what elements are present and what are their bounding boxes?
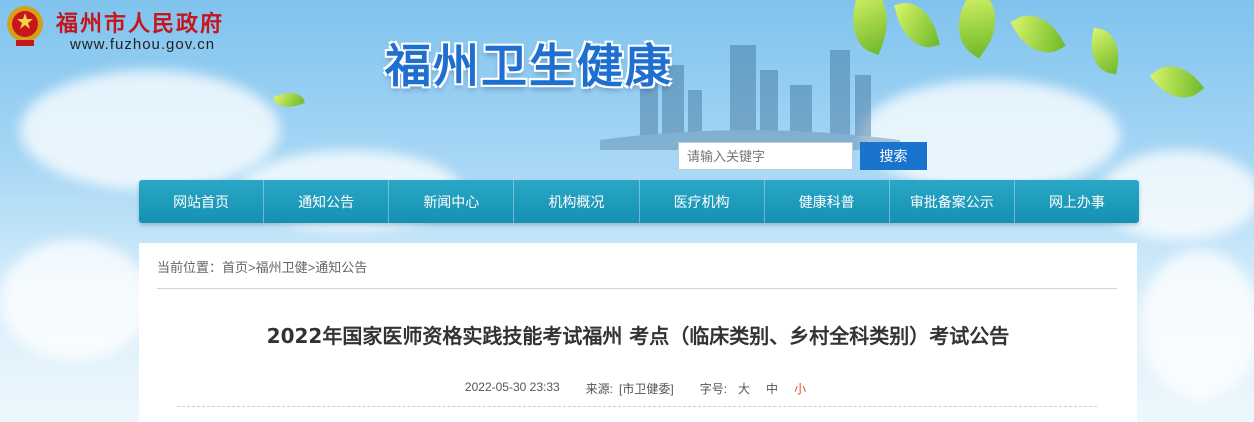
brand-title: 福州卫生健康 bbox=[385, 39, 673, 93]
article-title: 2022年国家医师资格实践技能考试福州 考点（临床类别、乡村全科类别）考试公告 bbox=[266, 324, 1010, 348]
main-nav: 网站首页 通知公告 新闻中心 机构概况 医疗机构 健康科普 审批备案公示 网上办… bbox=[139, 180, 1139, 223]
national-emblem-icon bbox=[7, 6, 43, 46]
breadcrumb-separator: > bbox=[248, 260, 256, 275]
article-meta: 2022-05-30 23:33 来源: [市卫健委] 字号: 大 中 小 bbox=[139, 380, 1137, 397]
nav-item-online-services[interactable]: 网上办事 bbox=[1015, 180, 1139, 223]
nav-item-about[interactable]: 机构概况 bbox=[514, 180, 640, 223]
search-button[interactable]: 搜索 bbox=[860, 142, 927, 170]
breadcrumb-current[interactable]: 通知公告 bbox=[315, 260, 367, 275]
breadcrumb-section[interactable]: 福州卫健 bbox=[256, 260, 308, 275]
nav-item-news[interactable]: 新闻中心 bbox=[389, 180, 515, 223]
leaf-decoration bbox=[1010, 4, 1066, 64]
cloud-decoration bbox=[1140, 250, 1254, 400]
font-size-medium-button[interactable]: 中 bbox=[761, 380, 783, 397]
nav-item-medical-institutions[interactable]: 医疗机构 bbox=[640, 180, 765, 223]
leaf-decoration bbox=[894, 0, 940, 54]
font-size-label: 字号: bbox=[699, 382, 728, 396]
breadcrumb-prefix: 当前位置： bbox=[157, 260, 223, 275]
cloud-decoration bbox=[20, 70, 280, 190]
breadcrumb: 当前位置：首页>福州卫健>通知公告 bbox=[157, 257, 367, 276]
nav-item-approval-publicity[interactable]: 审批备案公示 bbox=[890, 180, 1015, 223]
content-panel: 当前位置：首页>福州卫健>通知公告 2022年国家医师资格实践技能考试福州 考点… bbox=[139, 243, 1137, 422]
search-input[interactable] bbox=[678, 142, 853, 170]
publish-date: 2022-05-30 23:33 bbox=[464, 380, 560, 394]
breadcrumb-home[interactable]: 首页 bbox=[222, 260, 248, 275]
nav-item-notices[interactable]: 通知公告 bbox=[264, 180, 390, 223]
cloud-decoration bbox=[0, 240, 150, 360]
divider bbox=[157, 288, 1117, 289]
site-name[interactable]: 福州市人民政府 bbox=[56, 6, 224, 38]
leaf-decoration bbox=[1149, 54, 1205, 110]
leaf-decoration bbox=[273, 87, 305, 113]
font-size-small-button[interactable]: 小 bbox=[789, 380, 811, 397]
nav-item-home[interactable]: 网站首页 bbox=[139, 180, 265, 223]
source-value: [市卫健委] bbox=[619, 382, 674, 396]
site-url[interactable]: www.fuzhou.gov.cn bbox=[70, 36, 215, 53]
source-label: 来源: bbox=[585, 382, 614, 396]
divider bbox=[177, 406, 1097, 407]
leaf-decoration bbox=[1086, 27, 1124, 75]
nav-item-health-science[interactable]: 健康科普 bbox=[765, 180, 890, 223]
font-size-large-button[interactable]: 大 bbox=[733, 380, 755, 397]
leaf-decoration bbox=[942, 0, 1012, 59]
